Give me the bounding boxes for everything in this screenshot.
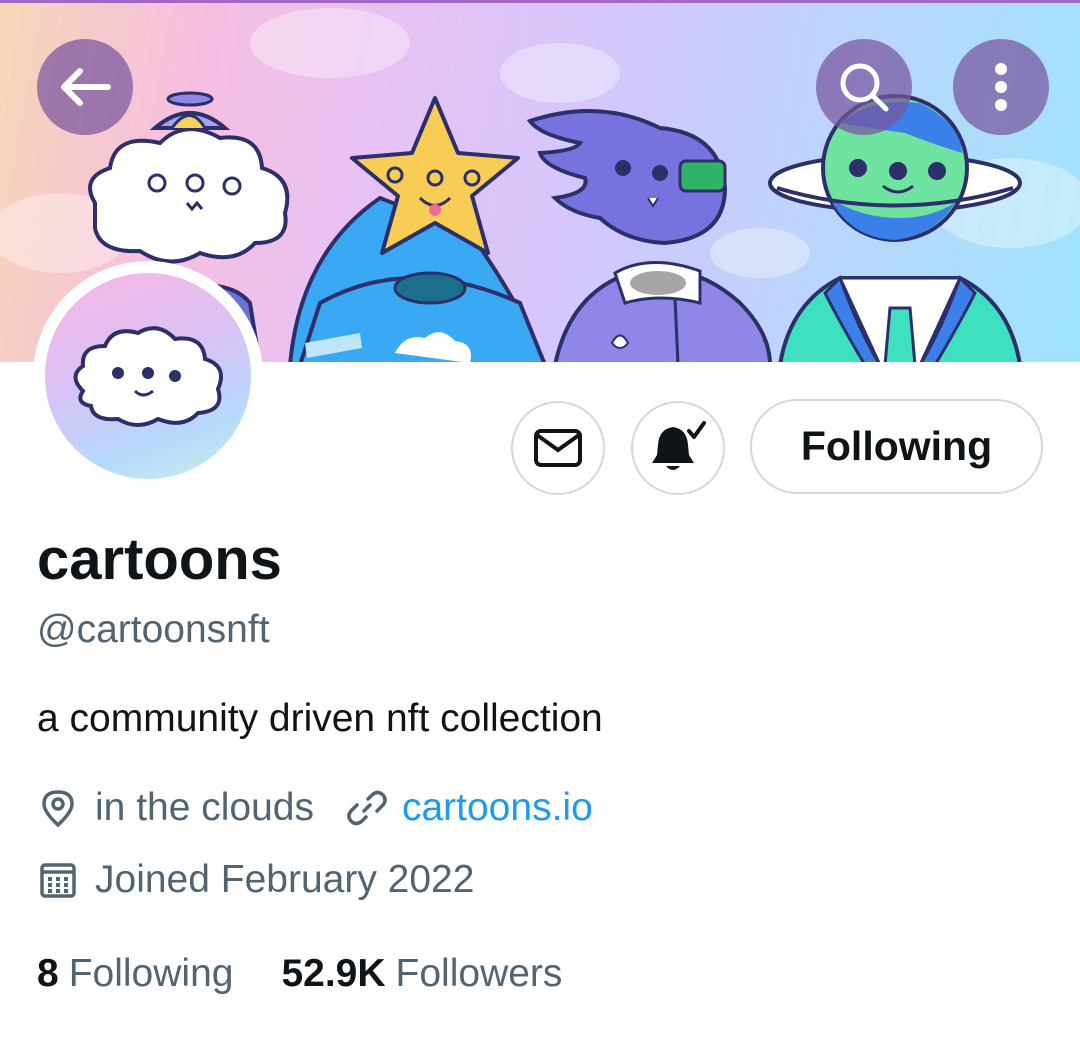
notifications-button[interactable] [631, 401, 725, 495]
following-stat-link[interactable]: 8 Following [37, 952, 233, 996]
location-pin-icon [37, 787, 79, 829]
star-character [288, 96, 546, 362]
following-button-label: Following [800, 423, 993, 469]
following-button[interactable]: Following [750, 399, 1043, 494]
search-icon [840, 63, 889, 112]
envelope-icon [534, 429, 582, 467]
profile-location: in the clouds [95, 786, 314, 829]
profile-meta-location-row: in the clouds cartoons.io [37, 786, 593, 830]
more-vertical-icon [995, 63, 1007, 111]
cloud-avatar-icon [73, 326, 223, 427]
profile-bio: a community driven nft collection [37, 697, 603, 740]
following-count: 8 [37, 952, 59, 995]
profile-handle: @cartoonsnft [37, 608, 270, 651]
back-button[interactable] [37, 39, 133, 135]
profile-name: cartoons [37, 527, 282, 592]
more-options-button[interactable] [953, 39, 1049, 135]
link-icon [346, 787, 388, 829]
avatar-image [45, 273, 251, 479]
search-button[interactable] [816, 39, 912, 135]
bell-check-icon [652, 421, 706, 470]
followers-stat-link[interactable]: 52.9K Followers [281, 952, 562, 996]
profile-meta-joined-row: Joined February 2022 [37, 858, 474, 902]
followers-count: 52.9K [281, 952, 386, 995]
profile-stats: 8 Following 52.9K Followers [37, 952, 610, 996]
calendar-icon [37, 859, 79, 901]
followers-stat-label: Followers [395, 952, 563, 995]
arrow-left-icon [61, 68, 111, 106]
profile-joined-date: Joined February 2022 [95, 858, 475, 901]
avatar[interactable] [33, 261, 263, 491]
profile-website-link[interactable]: cartoons.io [402, 786, 593, 830]
following-stat-label: Following [68, 952, 234, 995]
message-button[interactable] [511, 401, 605, 495]
